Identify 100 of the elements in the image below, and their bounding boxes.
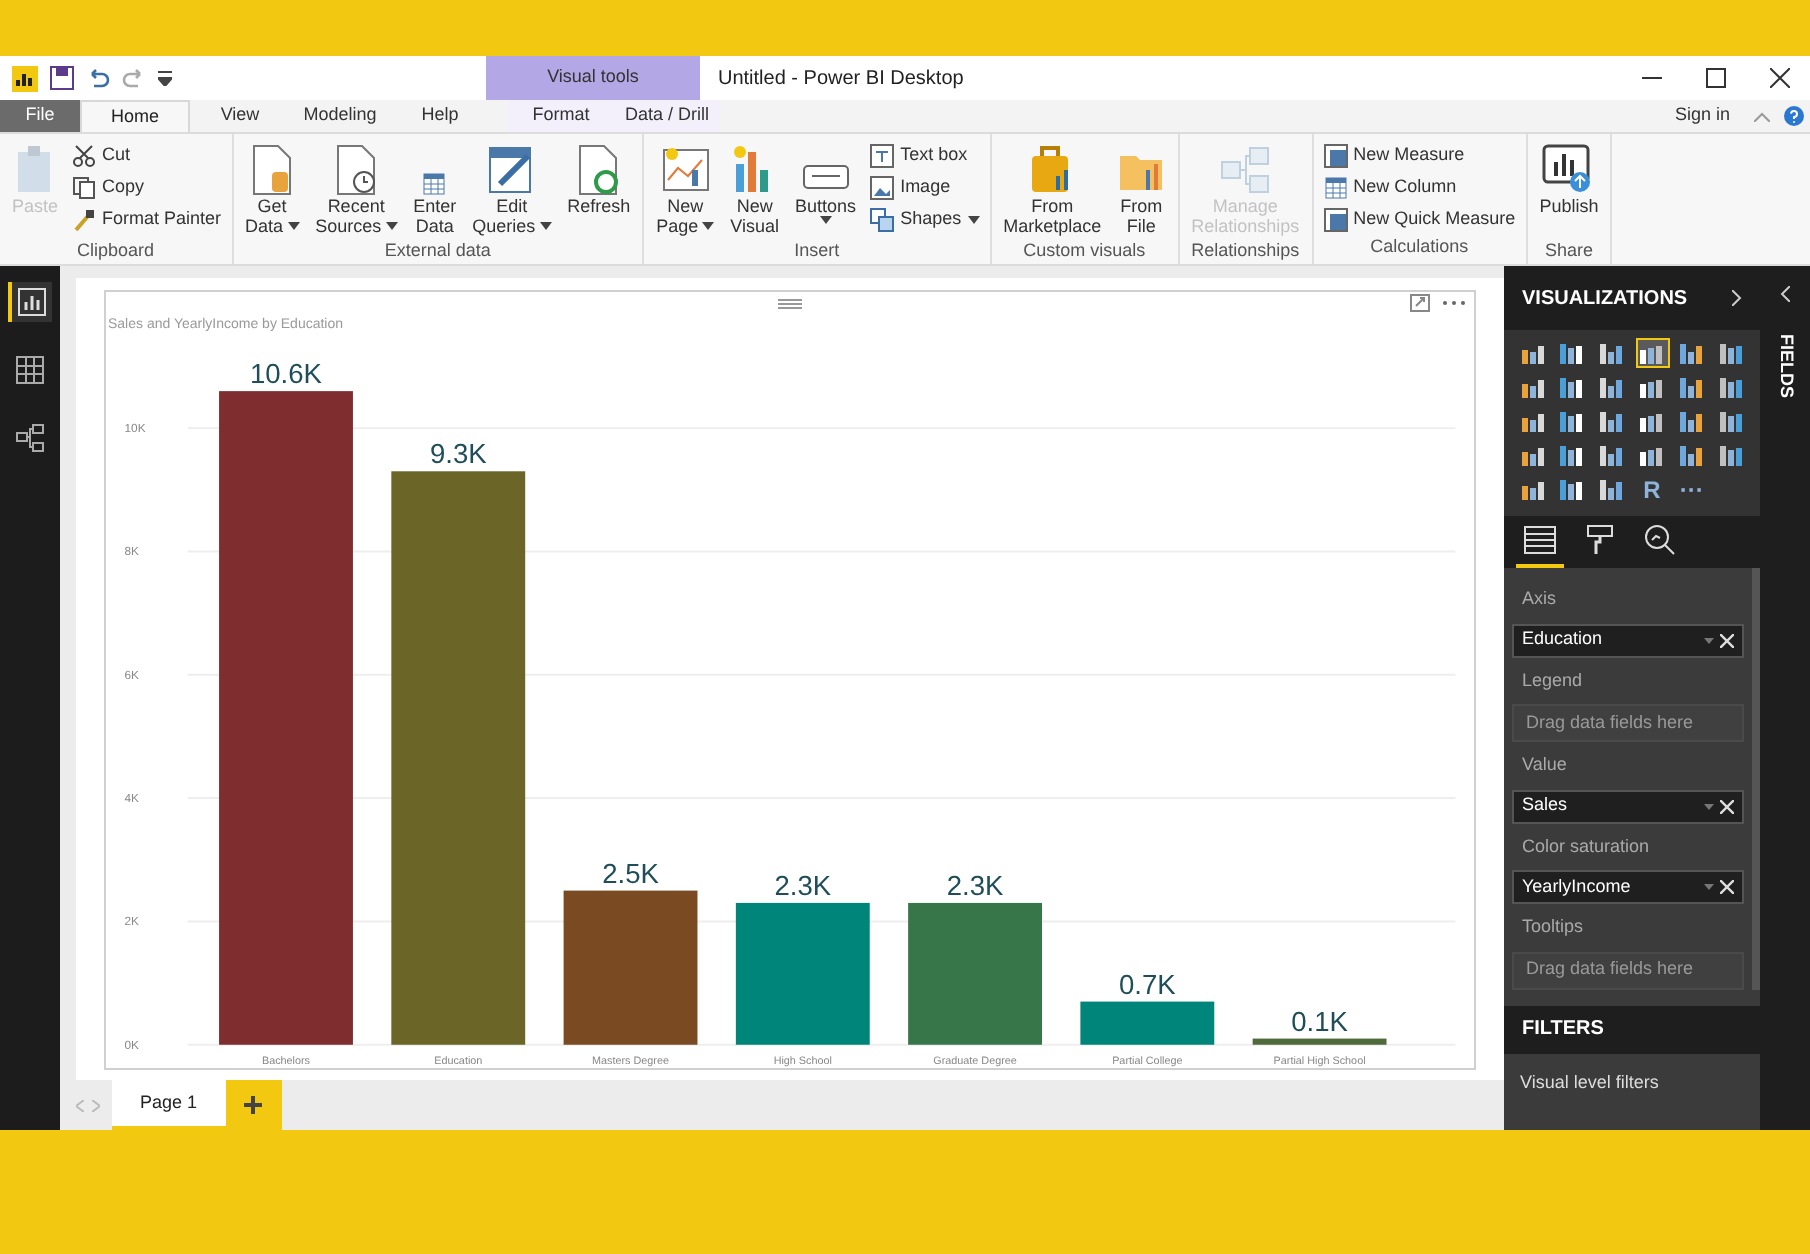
ribbon-tab[interactable]: Help (390, 100, 490, 132)
ribbon-button[interactable]: Text box (870, 142, 980, 168)
view-button[interactable] (8, 282, 52, 322)
visualization-type-button[interactable]: R (1635, 474, 1669, 504)
panel-title: FILTERS (1522, 1016, 1604, 1044)
ribbon-button[interactable]: Enter Data (405, 134, 465, 238)
ribbon-button[interactable]: Publish (1531, 134, 1607, 238)
well-label: Axis (1520, 586, 1559, 612)
filter-section-label: Visual level filters (1518, 1069, 1661, 1095)
ribbon-button[interactable]: Cut (72, 142, 222, 168)
caret-icon[interactable] (1704, 884, 1714, 890)
chart-type-icon (1521, 444, 1545, 466)
caret-icon[interactable] (1704, 803, 1714, 809)
ribbon-button[interactable]: Get Data (237, 134, 308, 238)
drop-zone[interactable]: Drag data fields here (1512, 704, 1744, 742)
chevron-left-icon[interactable] (1780, 286, 1790, 302)
maximize-icon[interactable] (1706, 68, 1726, 88)
ribbon-tab[interactable]: Data / Drill (614, 100, 720, 132)
add-page-button[interactable] (225, 1080, 282, 1130)
table-icon (16, 356, 44, 384)
bar[interactable] (1080, 1001, 1215, 1045)
ribbon-icon (487, 144, 536, 196)
chart-type-icon (1521, 342, 1545, 364)
caret-icon[interactable] (1704, 637, 1714, 643)
help-icon[interactable] (1784, 106, 1804, 126)
ribbon-icon (1323, 207, 1348, 231)
chart-type-icon (1600, 410, 1625, 432)
ribbon-icon (576, 144, 621, 196)
sign-in-link[interactable]: Sign in (1658, 100, 1746, 132)
caret-icon (702, 222, 715, 230)
file-menu-button[interactable]: File (0, 100, 80, 132)
bar-chart-icon (18, 288, 46, 316)
chart-type-icon (1640, 342, 1664, 364)
ribbon-button[interactable]: Buttons (787, 134, 865, 238)
ribbon-button[interactable]: Edit Queries (464, 134, 560, 238)
ribbon-button[interactable]: From Marketplace (995, 134, 1110, 238)
panel-title: VISUALIZATIONS (1522, 285, 1688, 313)
ribbon-group-label: Calculations (1368, 233, 1471, 259)
ribbon-tab[interactable]: Format (508, 100, 614, 132)
caret-icon (819, 216, 832, 224)
collapse-ribbon-icon[interactable] (1754, 111, 1770, 121)
more-options-icon[interactable] (1442, 300, 1466, 306)
chart-type-icon (1560, 444, 1585, 466)
ribbon-button[interactable]: New Visual (722, 134, 788, 238)
visualization-type-button[interactable]: ··· (1674, 474, 1709, 504)
bar[interactable] (1252, 1038, 1387, 1045)
ribbon-button[interactable]: From File (1109, 134, 1174, 238)
data-label: 2.3K (946, 870, 1004, 901)
chart-type-icon (1600, 376, 1625, 398)
ribbon-group-label: Clipboard (75, 238, 157, 264)
chart-type-icon (1600, 342, 1625, 364)
chart-type-icon (1679, 410, 1704, 432)
save-icon[interactable] (50, 66, 74, 90)
undo-icon[interactable] (86, 66, 110, 90)
ribbon-group-label: Share (1542, 238, 1595, 264)
ribbon-button[interactable]: Image (870, 174, 980, 200)
chart-type-icon (1521, 478, 1545, 500)
ribbon-button[interactable]: Shapes (870, 206, 980, 232)
ribbon-button[interactable]: New Page (648, 134, 723, 238)
visualization-type-button[interactable] (1635, 338, 1669, 368)
close-icon[interactable] (1770, 68, 1790, 88)
focus-mode-icon[interactable] (1410, 294, 1430, 312)
ribbon-icon (334, 144, 379, 196)
chart-type-icon (1600, 478, 1625, 500)
field-chip[interactable]: YearlyIncome (1512, 870, 1744, 904)
ribbon-button[interactable]: Recent Sources (307, 134, 406, 238)
ribbon-group-label: Relationships (1189, 238, 1302, 264)
plus-icon (244, 1096, 263, 1114)
ribbon-button[interactable]: Copy (72, 174, 222, 200)
ribbon-icon (250, 144, 295, 196)
chart-type-icon (1679, 376, 1704, 398)
chart-type-icon (1600, 444, 1625, 466)
well-label: Value (1520, 752, 1569, 778)
chart-type-icon (1719, 410, 1744, 432)
well-label: Color saturation (1520, 833, 1652, 859)
ribbon-tab[interactable]: Modeling (290, 100, 390, 132)
drag-handle-icon[interactable] (778, 297, 802, 310)
ribbon-icon (870, 207, 895, 231)
chart-type-icon (1679, 342, 1704, 364)
drop-zone[interactable]: Drag data fields here (1512, 951, 1744, 989)
field-chip[interactable]: Sales (1512, 789, 1744, 823)
ribbon-tab[interactable]: Home (80, 100, 190, 132)
caret-icon (967, 215, 980, 223)
ribbon-tab[interactable]: View (190, 100, 290, 132)
ribbon-button[interactable]: Format Painter (72, 206, 222, 232)
field-chip[interactable]: Education (1512, 623, 1744, 657)
fields-pane-title[interactable]: FIELDS (1771, 334, 1799, 399)
ribbon-button[interactable]: New Quick Measure (1323, 206, 1516, 232)
ribbon-group-label: Insert (792, 238, 842, 264)
chevron-right-icon[interactable] (1732, 290, 1742, 306)
diagram-icon (16, 424, 44, 452)
dropdown-icon[interactable] (158, 70, 172, 86)
ribbon-icon (1323, 175, 1348, 199)
ribbon-button[interactable]: New Measure (1323, 142, 1516, 168)
ribbon-button[interactable]: New Column (1323, 174, 1516, 200)
chart-type-icon (1640, 444, 1664, 466)
contextual-tab-header: Visual tools (486, 56, 700, 100)
page-tab[interactable]: Page 1 (112, 1080, 226, 1130)
ribbon-button[interactable]: Refresh (559, 134, 639, 238)
bar[interactable] (563, 890, 698, 1045)
